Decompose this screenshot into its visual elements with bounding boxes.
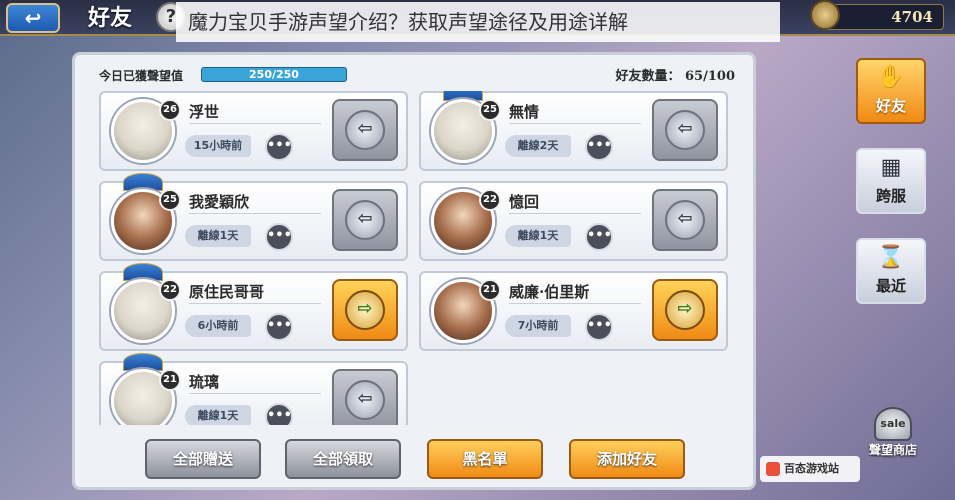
friend-card[interactable]: 26 浮世 15小時前 ••• ⇦: [99, 91, 408, 171]
chat-button[interactable]: •••: [265, 313, 293, 341]
friend-card[interactable]: 21 威廉·伯里斯 7小時前 ••• ⇨: [419, 271, 728, 351]
site-logo-icon: [766, 462, 780, 476]
level-badge: 21: [479, 279, 501, 301]
chat-bubble-icon: •••: [587, 228, 612, 243]
divider: [189, 393, 321, 394]
last-online-status: 離線1天: [505, 225, 571, 247]
receive-arrow-icon: ⇨: [665, 290, 705, 330]
send-reputation-button[interactable]: ⇦: [332, 369, 398, 425]
shop-sale-icon: sale: [874, 407, 912, 441]
send-arrow-icon: ⇦: [665, 200, 705, 240]
last-online-status: 15小時前: [185, 135, 251, 157]
send-all-button[interactable]: 全部贈送: [145, 439, 261, 479]
friend-panel: 今日已獲聲望值 250/250 好友數量： 65/100 26 浮世 15小時前…: [72, 52, 756, 490]
friend-count-label: 好友數量：: [615, 69, 681, 84]
receive-all-button[interactable]: 全部領取: [285, 439, 401, 479]
send-reputation-button[interactable]: ⇦: [652, 189, 718, 251]
friend-name: 原住民哥哥: [189, 283, 265, 301]
friend-name: 憶回: [509, 193, 540, 211]
tab-friends-label: 好友: [875, 97, 906, 115]
chat-bubble-icon: •••: [587, 318, 612, 333]
chat-button[interactable]: •••: [265, 133, 293, 161]
level-badge: 25: [479, 99, 501, 121]
friend-card[interactable]: 21 琉璃 離線1天 ••• ⇦: [99, 353, 408, 425]
last-online-status: 離線2天: [505, 135, 571, 157]
level-badge: 22: [479, 189, 501, 211]
receive-arrow-icon: ⇨: [345, 290, 385, 330]
back-arrow-icon: ↩: [24, 6, 42, 30]
tab-recent[interactable]: ⌛ 最近: [856, 238, 926, 304]
divider: [509, 123, 641, 124]
friend-name: 威廉·伯里斯: [509, 283, 590, 301]
tab-friends[interactable]: ✋ 好友: [856, 58, 926, 124]
divider: [189, 213, 321, 214]
handshake-icon: ✋: [877, 65, 905, 90]
reputation-value: 250/250: [249, 68, 299, 81]
reputation-shop-button[interactable]: sale 聲望商店: [858, 398, 928, 458]
chat-button[interactable]: •••: [585, 133, 613, 161]
friend-name: 浮世: [189, 103, 220, 121]
site-watermark: 百态游戏站: [760, 456, 860, 482]
send-arrow-icon: ⇦: [345, 380, 385, 420]
send-arrow-icon: ⇦: [345, 110, 385, 150]
friend-list[interactable]: 26 浮世 15小時前 ••• ⇦ 25 無情 離線2天 ••• ⇦ 25 我愛…: [99, 91, 739, 425]
level-badge: 26: [159, 99, 181, 121]
last-online-status: 離線1天: [185, 225, 251, 247]
currency-value: 4704: [891, 8, 933, 26]
tab-recent-label: 最近: [875, 277, 906, 295]
chat-bubble-icon: •••: [267, 138, 292, 153]
friend-card[interactable]: 25 我愛穎欣 離線1天 ••• ⇦: [99, 173, 408, 261]
receive-reputation-button[interactable]: ⇨: [652, 279, 718, 341]
last-online-status: 6小時前: [185, 315, 251, 337]
tab-cross-server-label: 跨服: [875, 187, 906, 205]
friend-card[interactable]: 25 無情 離線2天 ••• ⇦: [419, 91, 728, 171]
blacklist-button[interactable]: 黑名單: [427, 439, 543, 479]
reputation-emblem-icon: [810, 0, 840, 30]
chat-bubble-icon: •••: [267, 408, 292, 423]
chat-bubble-icon: •••: [267, 318, 292, 333]
friend-name: 我愛穎欣: [189, 193, 250, 211]
chat-button[interactable]: •••: [585, 313, 613, 341]
article-caption: 魔力宝贝手游声望介绍？获取声望途径及用途详解: [176, 2, 780, 42]
last-online-status: 7小時前: [505, 315, 571, 337]
level-badge: 21: [159, 369, 181, 391]
reputation-progress-bar: 250/250: [201, 67, 347, 82]
friend-count-value: 65/100: [685, 69, 735, 84]
building-icon: ▦: [880, 155, 902, 180]
friend-card[interactable]: 22 憶回 離線1天 ••• ⇦: [419, 181, 728, 261]
chat-bubble-icon: •••: [267, 228, 292, 243]
screen-title: 好友: [88, 5, 133, 31]
friend-count: 好友數量： 65/100: [615, 65, 735, 84]
divider: [509, 213, 641, 214]
divider: [189, 303, 321, 304]
receive-reputation-button[interactable]: ⇨: [332, 279, 398, 341]
last-online-status: 離線1天: [185, 405, 251, 425]
level-badge: 22: [159, 279, 181, 301]
chat-button[interactable]: •••: [585, 223, 613, 251]
send-reputation-button[interactable]: ⇦: [332, 99, 398, 161]
back-button[interactable]: ↩: [6, 3, 60, 33]
send-reputation-button[interactable]: ⇦: [652, 99, 718, 161]
shop-label: 聲望商店: [868, 443, 917, 457]
reputation-label: 今日已獲聲望值: [99, 69, 184, 83]
level-badge: 25: [159, 189, 181, 211]
send-reputation-button[interactable]: ⇦: [332, 189, 398, 251]
tab-cross-server[interactable]: ▦ 跨服: [856, 148, 926, 214]
action-bar: 全部贈送 全部領取 黑名單 添加好友: [145, 439, 705, 483]
add-friend-button[interactable]: 添加好友: [569, 439, 685, 479]
friend-name: 無情: [509, 103, 540, 121]
divider: [509, 303, 641, 304]
friend-card[interactable]: 22 原住民哥哥 6小時前 ••• ⇨: [99, 263, 408, 351]
chat-button[interactable]: •••: [265, 223, 293, 251]
chat-button[interactable]: •••: [265, 403, 293, 425]
hourglass-icon: ⌛: [877, 245, 905, 270]
watermark-text: 百态游戏站: [784, 462, 839, 475]
chat-bubble-icon: •••: [587, 138, 612, 153]
send-arrow-icon: ⇦: [345, 200, 385, 240]
divider: [189, 123, 321, 124]
friend-name: 琉璃: [189, 373, 220, 391]
send-arrow-icon: ⇦: [665, 110, 705, 150]
